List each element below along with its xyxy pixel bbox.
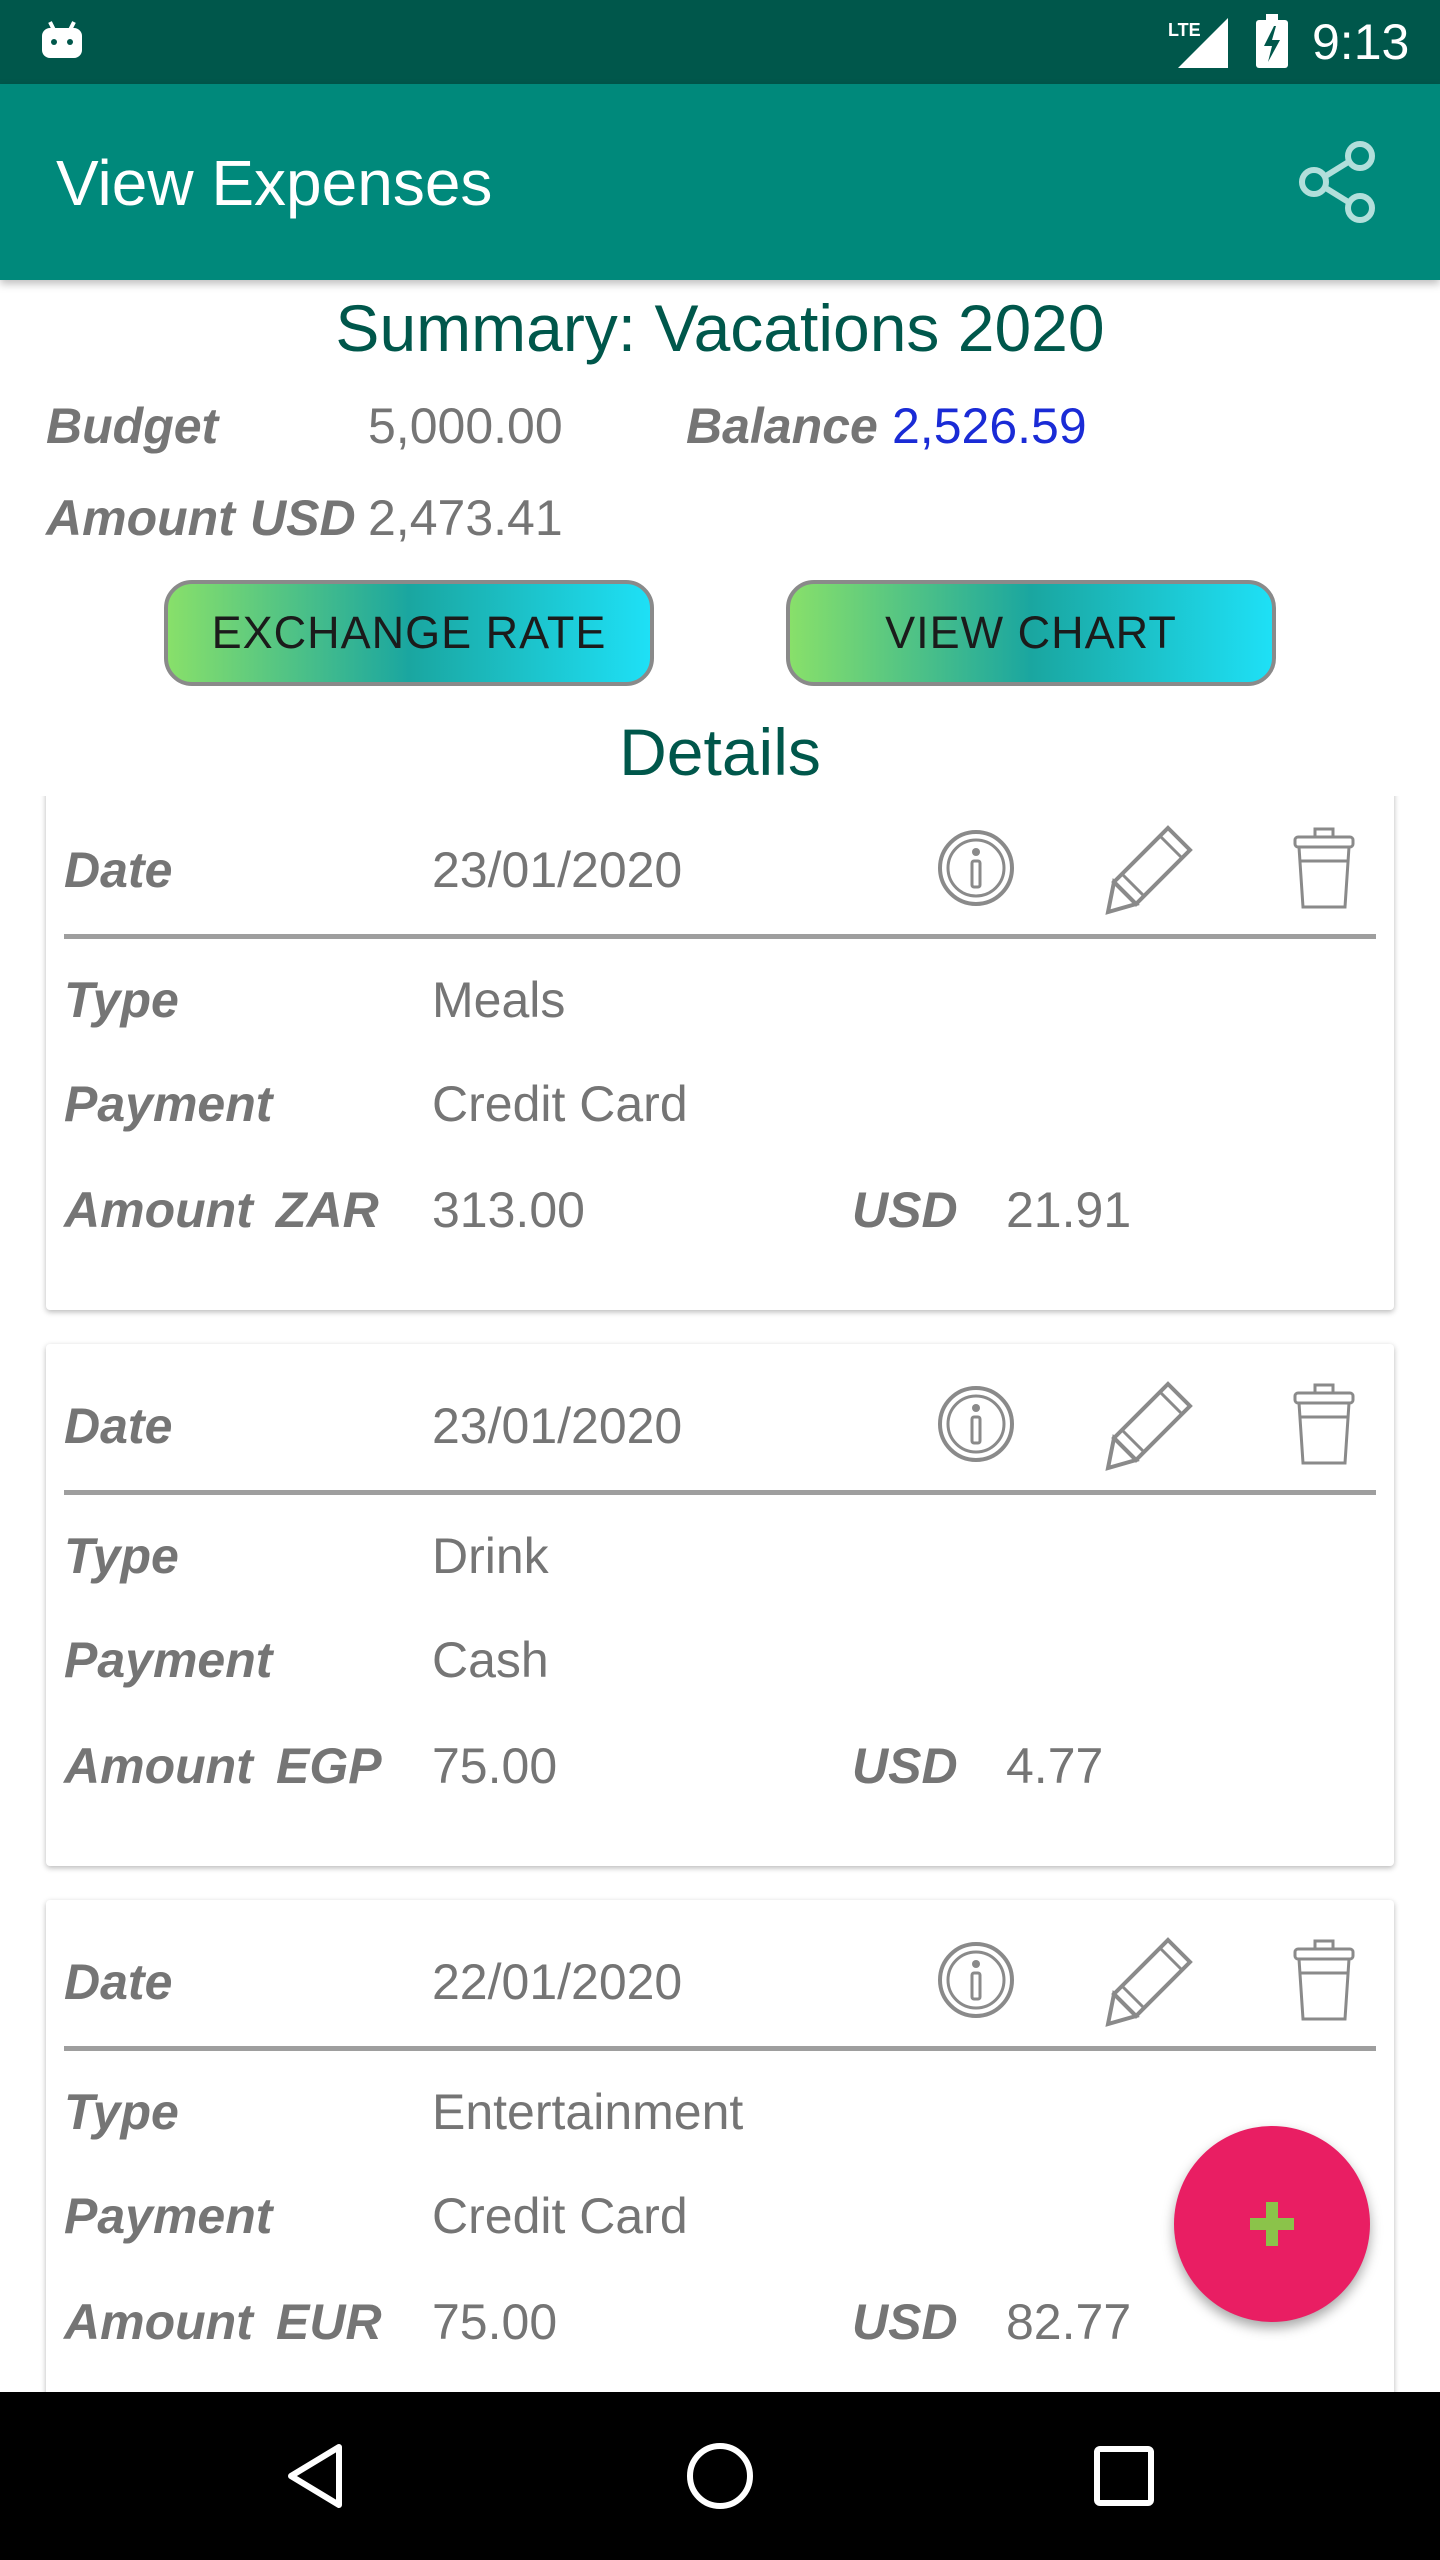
battery-charging-icon <box>1256 14 1288 68</box>
budget-label: Budget <box>46 398 219 454</box>
back-button[interactable] <box>266 2426 366 2526</box>
expense-card: Date 23/01/2020 <box>46 796 1394 1310</box>
info-icon <box>938 830 1014 906</box>
balance-label: Balance <box>686 398 878 454</box>
details-title: Details <box>619 715 821 789</box>
amount-label: Amount <box>46 490 235 546</box>
amount-label: Amount <box>64 1738 253 1794</box>
type-label: Type <box>64 2084 179 2140</box>
status-bar: LTE 9:13 <box>0 0 1440 84</box>
info-icon <box>938 1386 1014 1462</box>
recents-button[interactable] <box>1074 2426 1174 2526</box>
usd-value: 4.77 <box>1006 1738 1104 1794</box>
type-value: Drink <box>432 1528 549 1584</box>
currency-label: EUR <box>276 2294 382 2350</box>
svg-text:LTE: LTE <box>1168 20 1201 40</box>
currency-label: ZAR <box>276 1182 379 1238</box>
delete-button[interactable] <box>1274 1930 1374 2030</box>
budget-value: 5,000.00 <box>368 398 563 454</box>
payment-label: Payment <box>64 1632 273 1688</box>
date-value: 23/01/2020 <box>432 842 683 898</box>
card-divider <box>64 934 1376 939</box>
card-divider <box>64 2046 1376 2051</box>
type-value: Entertainment <box>432 2084 744 2140</box>
info-icon <box>938 1942 1014 2018</box>
payment-value: Cash <box>432 1632 549 1688</box>
amount-label: Amount <box>64 2294 253 2350</box>
back-triangle-icon <box>288 2444 342 2508</box>
date-value: 22/01/2020 <box>432 1954 683 2010</box>
expense-card: Date 22/01/2020 Type Entertainment Payme… <box>46 1900 1394 2392</box>
add-expense-button[interactable] <box>1174 2126 1370 2322</box>
amount-label: Amount <box>64 1182 253 1238</box>
plus-icon <box>1250 2202 1294 2246</box>
usd-label: USD <box>852 2294 958 2350</box>
amount-value: 75.00 <box>432 1738 558 1794</box>
trash-icon <box>1293 1939 1355 2021</box>
trash-icon <box>1293 827 1355 909</box>
amount-currency-label: USD <box>250 490 356 546</box>
balance-value: 2,526.59 <box>892 398 1087 454</box>
pencil-icon <box>1105 825 1193 915</box>
currency-label: EGP <box>276 1738 382 1794</box>
pencil-icon <box>1105 1937 1193 2027</box>
home-circle-icon <box>687 2443 753 2509</box>
share-button[interactable] <box>1290 134 1386 230</box>
amount-value: 313.00 <box>432 1182 585 1238</box>
edit-button[interactable] <box>1100 1374 1200 1474</box>
delete-button[interactable] <box>1274 818 1374 918</box>
android-notification-icon <box>42 21 82 58</box>
edit-button[interactable] <box>1100 818 1200 918</box>
usd-label: USD <box>852 1738 958 1794</box>
payment-value: Credit Card <box>432 1076 688 1132</box>
date-label: Date <box>64 1398 173 1454</box>
home-button[interactable] <box>670 2426 770 2526</box>
payment-label: Payment <box>64 1076 273 1132</box>
trash-icon <box>1293 1383 1355 1465</box>
date-label: Date <box>64 842 173 898</box>
pencil-icon <box>1105 1381 1193 1471</box>
summary-title: Summary: Vacations 2020 <box>335 291 1105 365</box>
status-time: 9:13 <box>1312 14 1410 70</box>
usd-label: USD <box>852 1182 958 1238</box>
payment-label: Payment <box>64 2188 273 2244</box>
info-button[interactable] <box>926 1374 1026 1474</box>
amount-value: 75.00 <box>432 2294 558 2350</box>
navigation-bar <box>0 2392 1440 2560</box>
date-label: Date <box>64 1954 173 2010</box>
payment-value: Credit Card <box>432 2188 688 2244</box>
type-label: Type <box>64 972 179 1028</box>
date-value: 23/01/2020 <box>432 1398 683 1454</box>
usd-value: 21.91 <box>1006 1182 1132 1238</box>
app-bar: View Expenses <box>0 84 1440 280</box>
edit-button[interactable] <box>1100 1930 1200 2030</box>
lte-signal-icon: LTE <box>1168 18 1228 68</box>
expense-card: Date 23/01/2020 <box>46 1344 1394 1866</box>
info-button[interactable] <box>926 1930 1026 2030</box>
info-button[interactable] <box>926 818 1026 918</box>
type-value: Meals <box>432 972 566 1028</box>
view-chart-button[interactable]: VIEW CHART <box>786 580 1276 686</box>
type-label: Type <box>64 1528 179 1584</box>
delete-button[interactable] <box>1274 1374 1374 1474</box>
recents-square-icon <box>1094 2446 1154 2506</box>
card-divider <box>64 1490 1376 1495</box>
share-icon <box>1299 141 1375 223</box>
usd-value: 82.77 <box>1006 2294 1132 2350</box>
amount-value: 2,473.41 <box>368 490 563 546</box>
page-title: View Expenses <box>56 147 493 219</box>
exchange-rate-button[interactable]: EXCHANGE RATE <box>164 580 654 686</box>
